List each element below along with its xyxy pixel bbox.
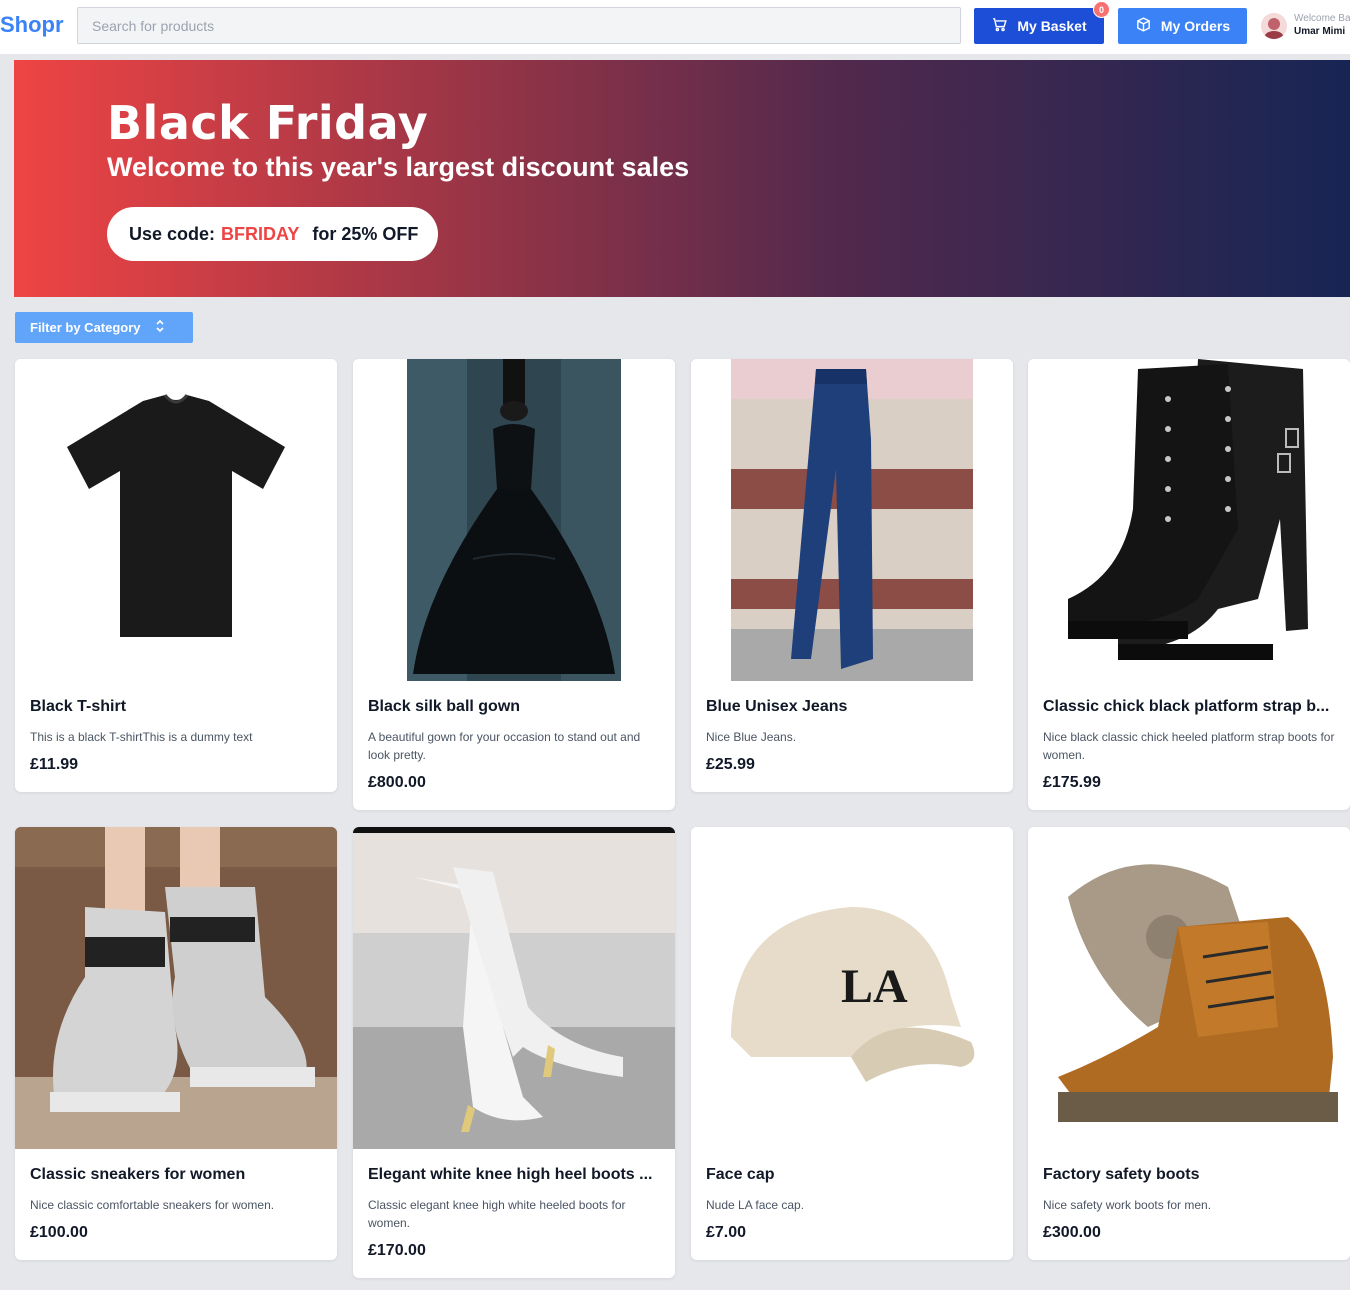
- discount-code: BFRIDAY: [221, 223, 300, 244]
- product-title[interactable]: Blue Unisex Jeans: [706, 698, 1000, 716]
- product-image-ball-gown[interactable]: [353, 359, 675, 681]
- user-avatar[interactable]: [1261, 13, 1287, 39]
- banner-subtitle: Welcome to this year's largest discount …: [107, 152, 690, 182]
- product-description: Nude LA face cap.: [706, 1198, 805, 1212]
- filter-by-category-button[interactable]: Filter by Category: [15, 312, 193, 343]
- product-title[interactable]: Black T-shirt: [30, 698, 324, 716]
- product-image-sneakers[interactable]: [15, 827, 337, 1149]
- product-image-blue-jeans[interactable]: [691, 359, 1013, 681]
- product-description: Nice Blue Jeans.: [706, 730, 797, 744]
- user-name: Umar Mimi: [1294, 26, 1346, 37]
- product-description: A beautiful gown for your occasion to st…: [368, 730, 641, 762]
- product-image-face-cap[interactable]: LA: [691, 827, 1013, 1149]
- product-card[interactable]: Factory safety boots Nice safety work bo…: [1028, 827, 1350, 1260]
- user-greeting: Welcome Back Umar Mimi: [1294, 13, 1350, 39]
- product-card[interactable]: LA Face cap Nude LA face cap. £7.00: [691, 827, 1013, 1260]
- chevron-up-down-icon: [155, 319, 165, 336]
- my-orders-button[interactable]: My Orders: [1118, 8, 1247, 44]
- product-card[interactable]: Black silk ball gown A beautiful gown fo…: [353, 359, 675, 810]
- product-title[interactable]: Elegant white knee high heel boots ...: [368, 1166, 662, 1184]
- product-description: This is a black T-shirtThis is a dummy t…: [30, 730, 253, 744]
- product-price: £800.00: [368, 774, 426, 791]
- product-description: Classic elegant knee high white heeled b…: [368, 1198, 626, 1230]
- product-description: Nice classic comfortable sneakers for wo…: [30, 1198, 275, 1212]
- code-prefix: Use code:: [129, 223, 216, 244]
- my-basket-label: My Basket: [1017, 18, 1087, 34]
- product-price: £170.00: [368, 1242, 426, 1259]
- product-card[interactable]: Blue Unisex Jeans Nice Blue Jeans. £25.9…: [691, 359, 1013, 792]
- svg-text:LA: LA: [841, 960, 908, 1013]
- filter-label: Filter by Category: [30, 320, 141, 335]
- box-icon: [1135, 16, 1152, 36]
- product-description: Nice safety work boots for men.: [1043, 1198, 1212, 1212]
- product-price: £7.00: [706, 1224, 747, 1241]
- product-card[interactable]: Elegant white knee high heel boots ... C…: [353, 827, 675, 1278]
- welcome-label: Welcome Back: [1294, 13, 1350, 24]
- my-orders-label: My Orders: [1160, 18, 1231, 34]
- product-image-safety-boots[interactable]: [1028, 827, 1350, 1149]
- product-title[interactable]: Classic sneakers for women: [30, 1166, 324, 1184]
- discount-code-pill: Use code: BFRIDAY for 25% OFF: [107, 207, 438, 261]
- my-basket-button[interactable]: My Basket: [974, 8, 1104, 44]
- product-price: £175.99: [1043, 774, 1101, 791]
- product-image-white-boots[interactable]: [353, 827, 675, 1149]
- product-image-platform-boots[interactable]: [1028, 359, 1350, 681]
- product-card[interactable]: Black T-shirt This is a black T-shirtThi…: [15, 359, 337, 792]
- product-description: Nice black classic chick heeled platform…: [1043, 730, 1335, 762]
- shopr-logo[interactable]: Shopr: [0, 12, 64, 38]
- banner-title: Black Friday: [107, 96, 429, 150]
- product-price: £100.00: [30, 1224, 88, 1241]
- product-title[interactable]: Face cap: [706, 1166, 1000, 1184]
- search-input[interactable]: [77, 7, 961, 44]
- product-card[interactable]: Classic chick black platform strap b... …: [1028, 359, 1350, 810]
- product-price: £11.99: [30, 756, 79, 773]
- cart-icon: [991, 16, 1008, 36]
- product-title[interactable]: Classic chick black platform strap b...: [1043, 698, 1337, 716]
- product-price: £300.00: [1043, 1224, 1101, 1241]
- code-suffix: for 25% OFF: [312, 223, 419, 244]
- top-navbar: Shopr My Basket 0 My Orders Welcome Back…: [0, 0, 1350, 54]
- basket-count-badge: 0: [1093, 1, 1110, 18]
- product-card[interactable]: Classic sneakers for women Nice classic …: [15, 827, 337, 1260]
- product-price: £25.99: [706, 756, 755, 773]
- product-title[interactable]: Factory safety boots: [1043, 1166, 1337, 1184]
- product-title[interactable]: Black silk ball gown: [368, 698, 662, 716]
- black-friday-banner: Black Friday Welcome to this year's larg…: [14, 60, 1350, 297]
- product-image-black-tshirt[interactable]: [15, 359, 337, 681]
